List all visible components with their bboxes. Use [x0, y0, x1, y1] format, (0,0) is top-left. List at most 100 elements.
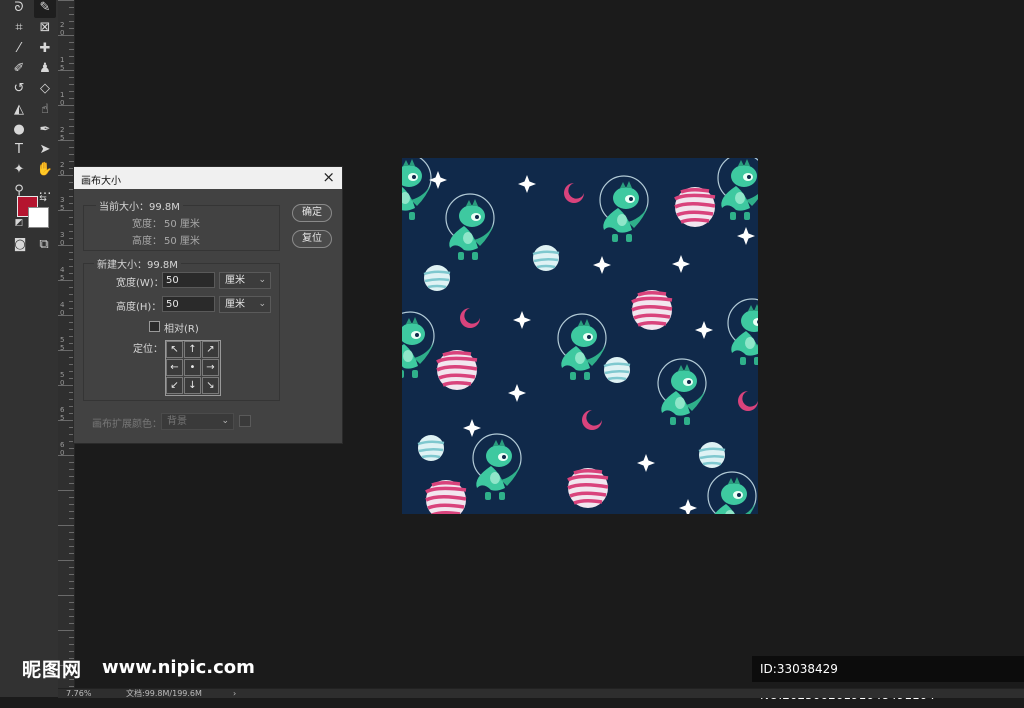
ruler-tick	[69, 98, 74, 99]
anchor-arrow-cell[interactable]: ↙	[166, 377, 183, 394]
height-input[interactable]: 50	[162, 296, 215, 312]
close-icon[interactable]: ×	[322, 168, 335, 186]
ruler-label: 5	[60, 371, 65, 379]
ruler-tick	[69, 504, 74, 505]
ruler-tick	[69, 511, 74, 512]
ruler-tick	[58, 630, 74, 631]
healing-brush-tool-icon[interactable]: ✚	[34, 39, 56, 59]
eyedropper-tool-icon[interactable]: ⁄	[8, 39, 30, 59]
dodge-tool-icon[interactable]: ●	[8, 120, 30, 140]
width-input[interactable]: 50	[162, 272, 215, 288]
chevron-down-icon: ⌄	[258, 275, 266, 285]
history-brush-tool-icon[interactable]: ↺	[8, 79, 30, 99]
hand-tool-icon[interactable]: ✋	[34, 160, 56, 180]
anchor-center-cell[interactable]: •	[184, 359, 201, 376]
ruler-label: 4	[60, 266, 65, 274]
ruler-label: 0	[60, 449, 65, 457]
height-unit-value: 厘米	[225, 299, 245, 310]
ruler-label: 5	[60, 274, 65, 282]
ruler-tick	[69, 7, 74, 8]
custom-shape-tool-icon[interactable]: ✦	[8, 160, 30, 180]
anchor-arrow-cell[interactable]: ↖	[166, 341, 183, 358]
pencil-tool-icon[interactable]: ✐	[8, 59, 30, 79]
ruler-tick	[69, 581, 74, 582]
smudge-tool-icon[interactable]: ☝	[34, 100, 56, 120]
anchor-arrow-cell[interactable]: ←	[166, 359, 183, 376]
ruler-tick	[69, 518, 74, 519]
new-size-label: 新建大小：99.8M	[94, 256, 181, 271]
eraser-tool-icon[interactable]: ◇	[34, 79, 56, 99]
ruler-tick	[69, 546, 74, 547]
pen-tool-icon[interactable]: ✒	[34, 120, 56, 140]
ruler-tick	[69, 84, 74, 85]
brush-tool-top-icon[interactable]: ✎	[34, 0, 56, 18]
ruler-tick	[58, 560, 74, 561]
ruler-tick	[69, 28, 74, 29]
path-selection-tool-icon[interactable]: ➤	[34, 140, 56, 160]
quick-mask-icon[interactable]: ◙	[9, 235, 31, 255]
anchor-arrow-cell[interactable]: →	[202, 359, 219, 376]
ruler-tick	[69, 497, 74, 498]
extension-color-label: 画布扩展颜色：	[92, 419, 162, 430]
ruler-tick	[69, 42, 74, 43]
extension-color-swatch[interactable]	[239, 415, 251, 427]
ruler-tick	[69, 532, 74, 533]
ruler-label: 5	[60, 414, 65, 422]
ruler-tick	[69, 14, 74, 15]
background-color-swatch[interactable]	[28, 207, 49, 228]
ruler-tick	[69, 539, 74, 540]
height-unit-select[interactable]: 厘米 ⌄	[219, 296, 271, 313]
ruler-tick	[69, 483, 74, 484]
ruler-tick	[69, 651, 74, 652]
ruler-tick	[69, 602, 74, 603]
crop-tool-icon[interactable]: ⌗	[8, 18, 30, 38]
ruler-tick	[69, 588, 74, 589]
frame-tool-icon[interactable]: ⊠	[34, 18, 56, 38]
relative-checkbox[interactable]	[149, 321, 160, 332]
ruler-tick	[69, 623, 74, 624]
ruler-tick	[69, 686, 74, 687]
ruler-label: 1	[60, 56, 65, 64]
anchor-arrow-cell[interactable]: ↗	[202, 341, 219, 358]
lasso-tool-icon[interactable]: ᘐ	[8, 0, 30, 18]
ruler-tick	[69, 567, 74, 568]
ruler-tick	[69, 133, 74, 134]
ok-button[interactable]: 确定	[292, 204, 332, 222]
dialog-title: 画布大小	[81, 176, 121, 187]
dialog-title-bar[interactable]: 画布大小 ×	[74, 167, 342, 189]
swap-colors-icon[interactable]: ⇆	[36, 193, 50, 205]
anchor-arrow-cell[interactable]: ↘	[202, 377, 219, 394]
current-height-value: 50 厘米	[164, 236, 200, 247]
ruler-label: 0	[60, 239, 65, 247]
anchor-grid: ↖ ↑ ↗ ← • → ↙ ↓ ↘	[165, 340, 221, 396]
ruler-label: 5	[60, 336, 65, 344]
ruler-label: 3	[60, 231, 65, 239]
reset-button[interactable]: 复位	[292, 230, 332, 248]
tools-panel: ᘐ ✎ ⌗ ⊠ ⁄ ✚ ✐ ♟ ↺ ◇ ◭ ☝ ● ✒ T ➤ ✦ ✋ ⚲… ⇆ ◩ ◙ ⧉	[0, 0, 59, 697]
dinosaur-space-pattern	[402, 158, 758, 514]
ruler-tick	[69, 49, 74, 50]
anchor-arrow-cell[interactable]: ↑	[184, 341, 201, 358]
current-width-value: 50 厘米	[164, 219, 200, 230]
ruler-tick	[69, 56, 74, 57]
clone-stamp-tool-icon[interactable]: ♟	[34, 59, 56, 79]
extension-color-select[interactable]: 背景 ⌄	[161, 413, 234, 430]
ruler-label: 0	[60, 169, 65, 177]
default-colors-icon[interactable]: ◩	[13, 217, 25, 229]
ruler-tick	[69, 637, 74, 638]
ruler-label: 0	[60, 309, 65, 317]
ruler-label: 6	[60, 441, 65, 449]
ruler-label: 6	[60, 406, 65, 414]
canvas-image[interactable]	[402, 158, 758, 514]
ruler-label: 0	[60, 379, 65, 387]
ruler-label: 5	[60, 344, 65, 352]
type-tool-icon[interactable]: T	[8, 140, 30, 160]
screen-mode-icon[interactable]: ⧉	[33, 235, 55, 255]
anchor-label: 定位：	[133, 344, 163, 355]
ruler-tick	[69, 476, 74, 477]
anchor-arrow-cell[interactable]: ↓	[184, 377, 201, 394]
paint-bucket-tool-icon[interactable]: ◭	[8, 100, 30, 120]
ruler-tick	[69, 448, 74, 449]
width-unit-select[interactable]: 厘米 ⌄	[219, 272, 271, 289]
ruler-tick	[69, 616, 74, 617]
